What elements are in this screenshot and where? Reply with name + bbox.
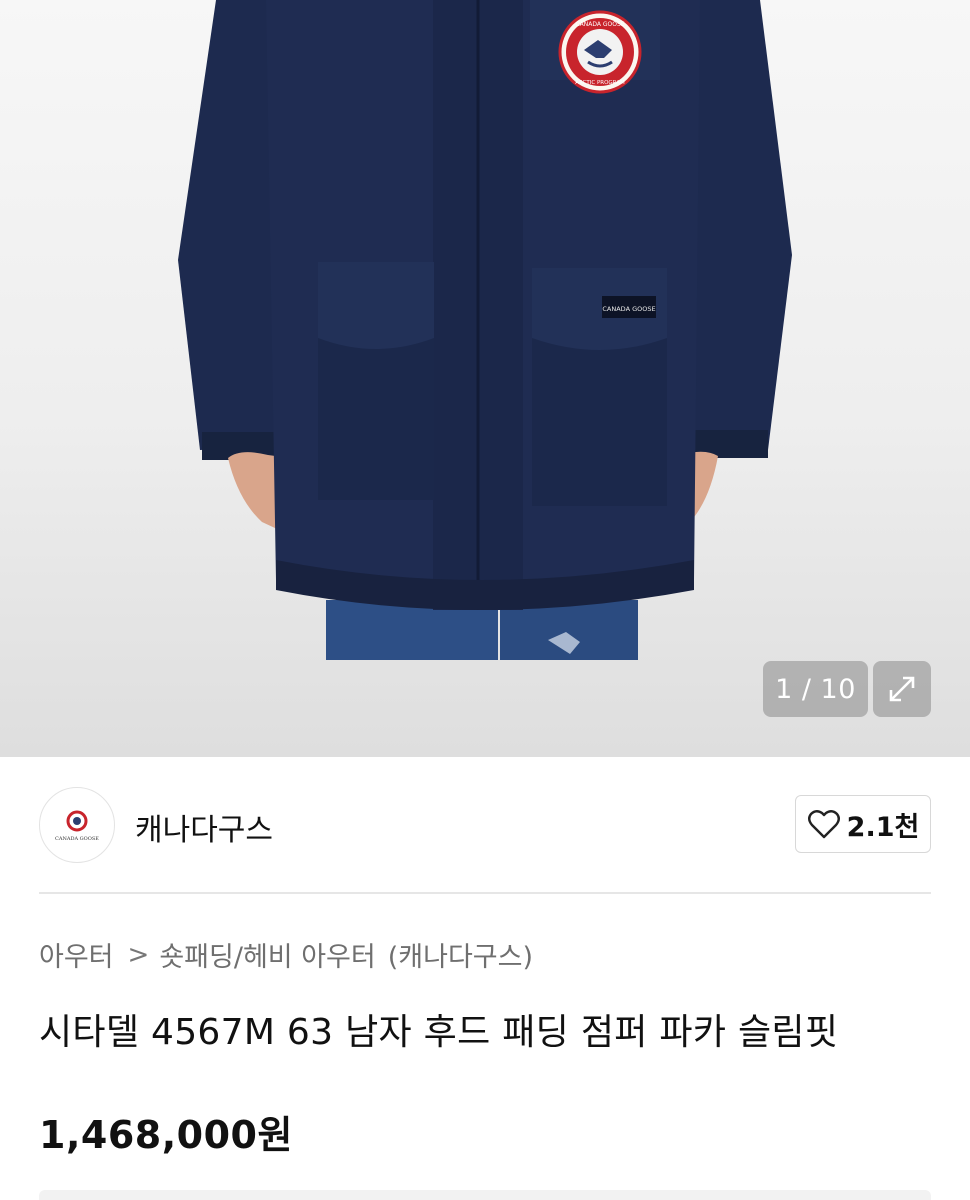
heart-outline-icon bbox=[807, 810, 840, 839]
product-image-gallery[interactable]: CANADA GOOSE CANADA GOOSE ARCTIC PROGRAM… bbox=[0, 0, 970, 757]
seller-row[interactable]: CANADA GOOSE 캐나다구스 2.1천 bbox=[39, 787, 931, 863]
seller-avatar[interactable]: CANADA GOOSE bbox=[39, 787, 115, 863]
next-section-edge bbox=[39, 1190, 931, 1200]
breadcrumb-category[interactable]: 아우터 bbox=[39, 935, 114, 974]
seller-name[interactable]: 캐나다구스 bbox=[135, 805, 273, 849]
breadcrumb: 아우터 > 숏패딩/헤비 아우터 (캐나다구스) bbox=[39, 935, 533, 974]
image-counter: 1 / 10 bbox=[763, 661, 868, 717]
expand-image-button[interactable] bbox=[873, 661, 931, 717]
product-photo[interactable]: CANADA GOOSE CANADA GOOSE ARCTIC PROGRAM bbox=[0, 0, 970, 757]
patch-bottom-text: ARCTIC PROGRAM bbox=[575, 80, 625, 86]
product-title: 시타델 4567M 63 남자 후드 패딩 점퍼 파카 슬림핏 bbox=[39, 1012, 839, 1053]
expand-icon bbox=[889, 676, 915, 702]
breadcrumb-chevron-icon: > bbox=[127, 939, 150, 970]
like-count: 2.1천 bbox=[846, 811, 920, 843]
breadcrumb-seller[interactable]: (캐나다구스) bbox=[388, 935, 533, 974]
brand-label-text: CANADA GOOSE bbox=[602, 305, 655, 313]
product-price: 1,468,000원 bbox=[39, 1113, 293, 1157]
like-button[interactable]: 2.1천 bbox=[795, 795, 931, 853]
canada-goose-patch: CANADA GOOSE ARCTIC PROGRAM bbox=[558, 10, 642, 94]
patch-top-text: CANADA GOOSE bbox=[575, 21, 624, 28]
canada-goose-logo-icon: CANADA GOOSE bbox=[55, 810, 99, 842]
section-divider bbox=[39, 892, 931, 894]
avatar-brand-text: CANADA GOOSE bbox=[55, 836, 99, 842]
breadcrumb-subcategory[interactable]: 숏패딩/헤비 아우터 bbox=[159, 935, 375, 974]
